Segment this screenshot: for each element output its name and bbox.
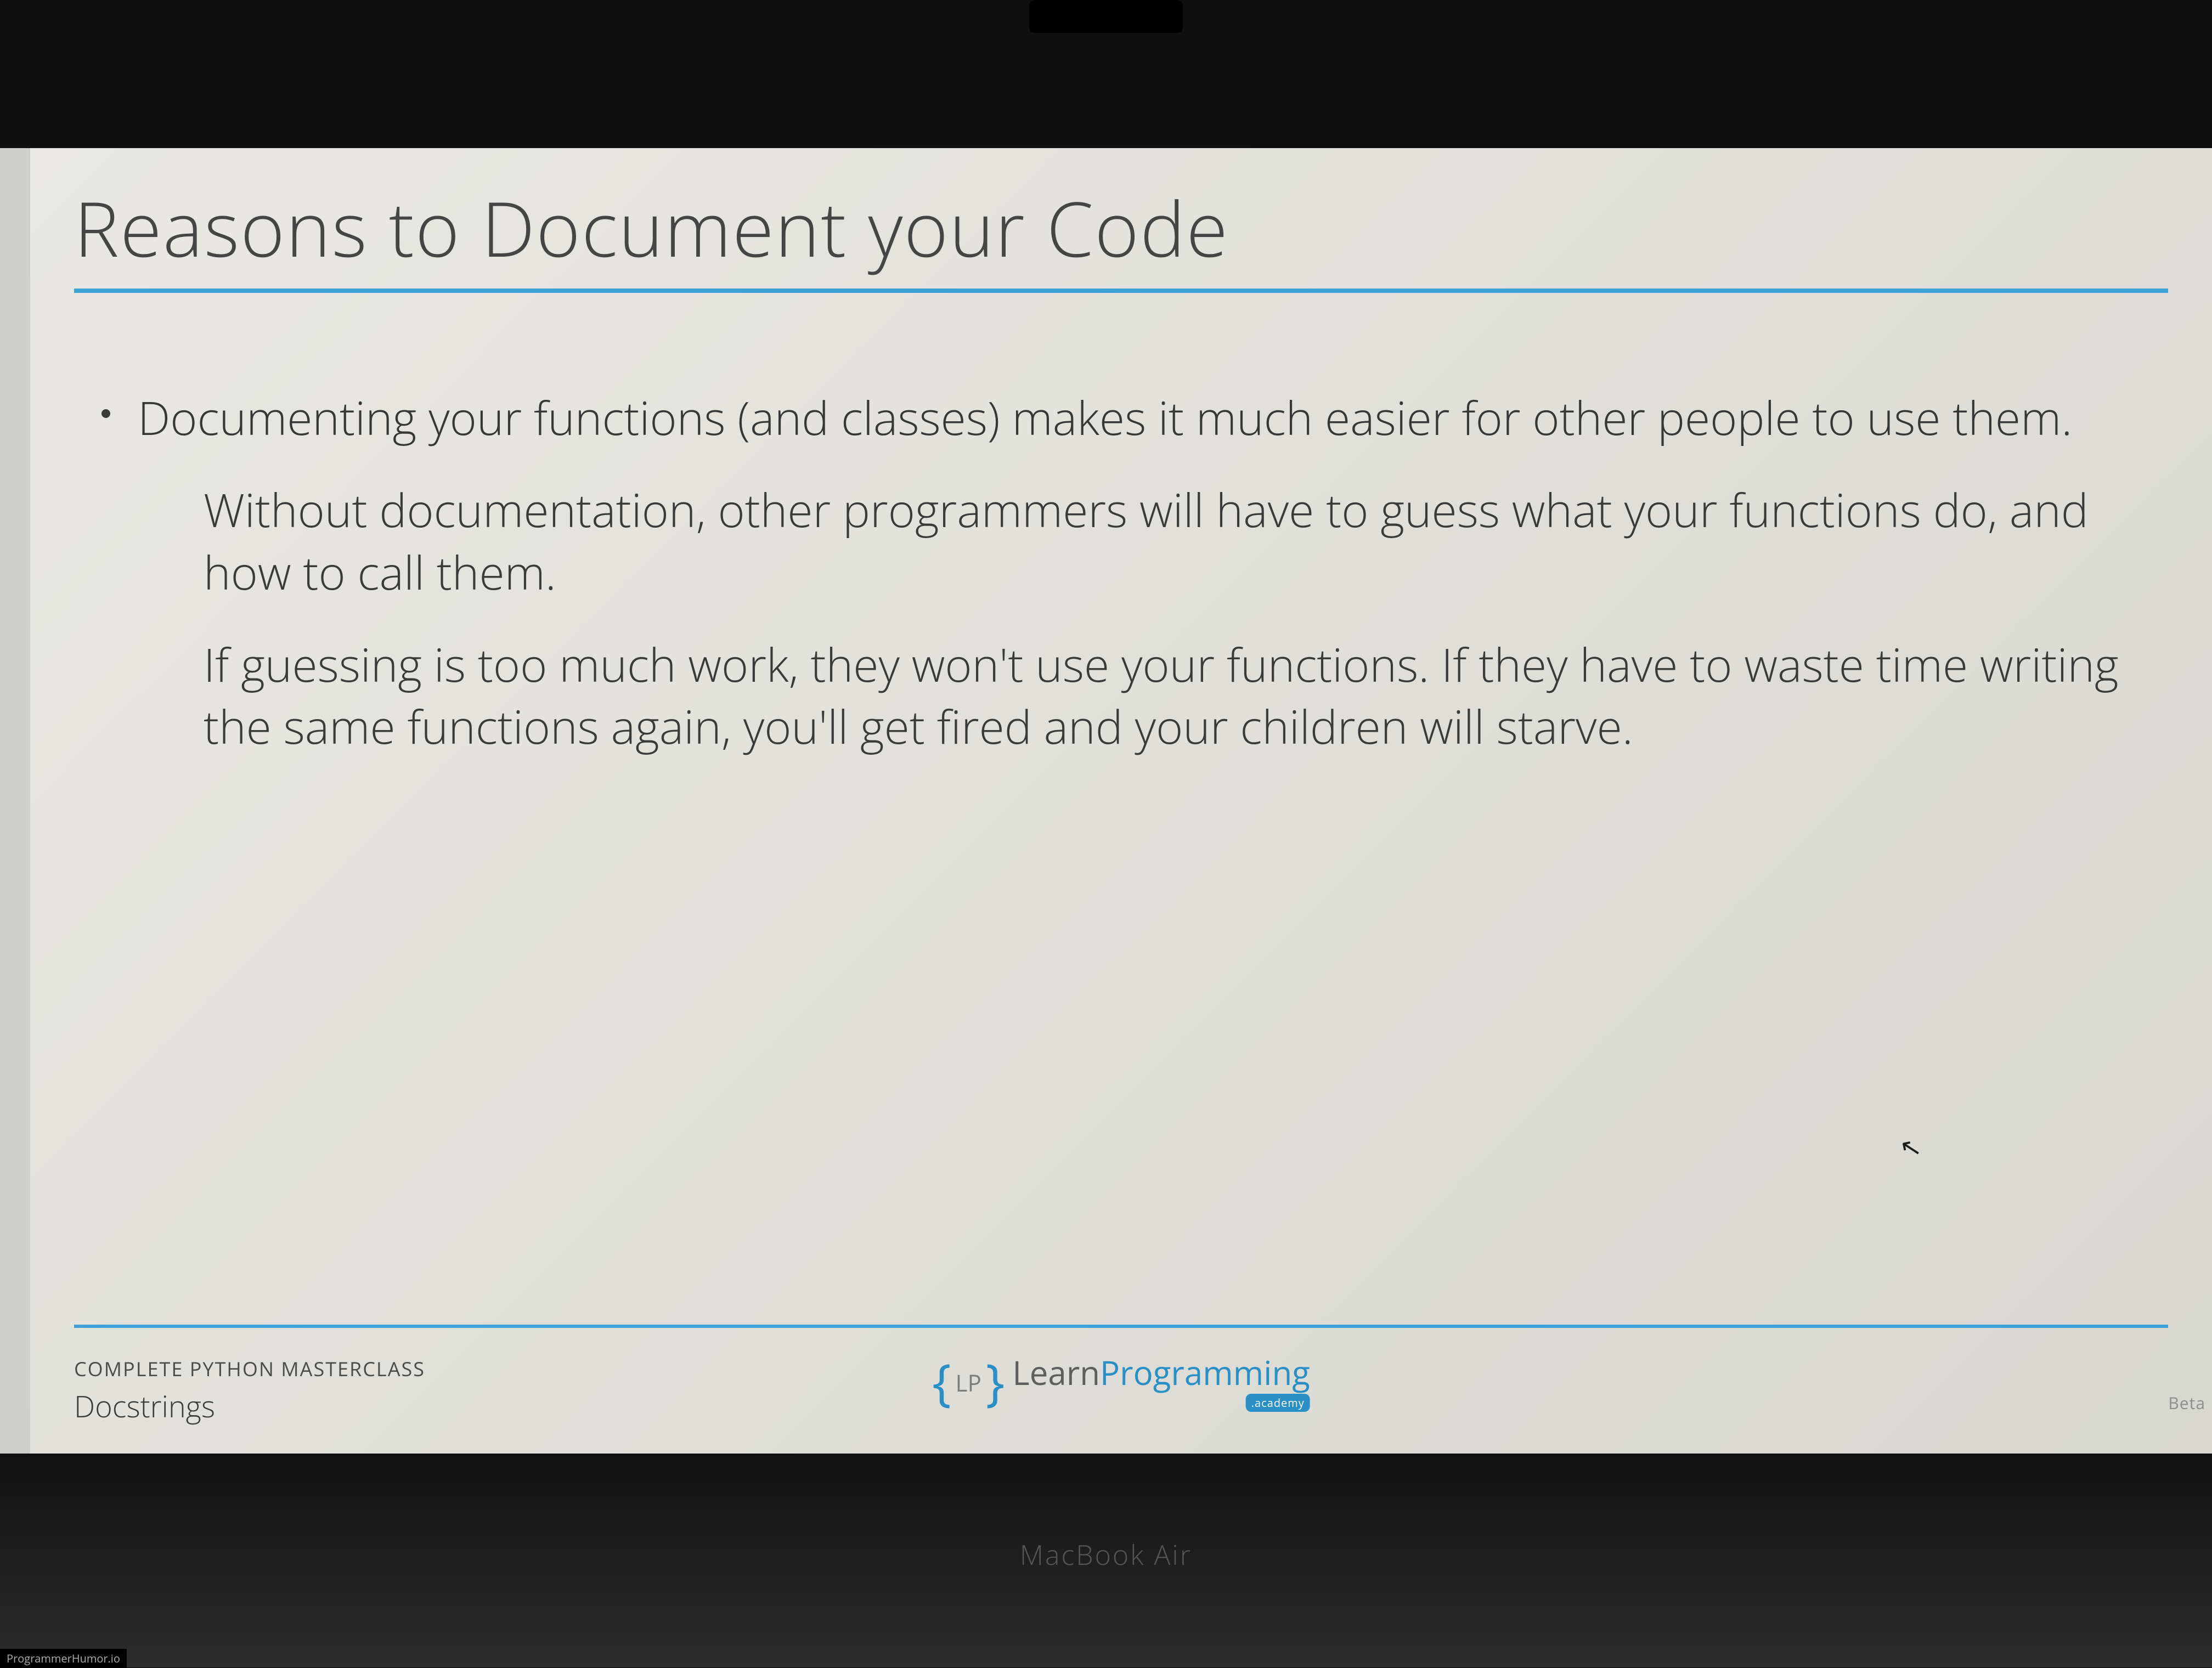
bullet-sub-2: If guessing is too much work, they won't…	[138, 633, 2168, 757]
logo-academy-badge: .academy	[1246, 1394, 1310, 1412]
footer-course-block: COMPLETE PYTHON MASTERCLASS Docstrings	[74, 1355, 425, 1426]
bullet-dot-icon	[101, 409, 110, 418]
logo-lp-text: LP	[956, 1367, 981, 1399]
camera-notch	[1029, 0, 1183, 33]
logo-wordmark: LearnProgramming .academy	[1012, 1350, 1310, 1412]
presentation-slide: Reasons to Document your Code Documentin…	[30, 148, 2212, 1454]
bullet-sub-1: Without documentation, other programmers…	[138, 478, 2168, 603]
brace-left-icon: {	[932, 1347, 951, 1415]
logo-line1: LearnProgramming	[1012, 1350, 1310, 1395]
laptop-model-label: MacBook Air	[1020, 1536, 1192, 1573]
bullet-text-main: Documenting your functions (and classes)…	[138, 386, 2168, 448]
bullet-item: Documenting your functions (and classes)…	[74, 386, 2168, 788]
mouse-cursor-icon: ↖	[1897, 1128, 1925, 1166]
logo-learn: Learn	[1012, 1350, 1100, 1395]
brace-right-icon: }	[986, 1347, 1005, 1415]
laptop-bezel-bottom: MacBook Air	[0, 1454, 2212, 1667]
beta-label: Beta	[2168, 1392, 2205, 1414]
lesson-name: Docstrings	[74, 1386, 425, 1426]
brand-logo: { LP } LearnProgramming .academy	[932, 1347, 1310, 1415]
bullet-content: Documenting your functions (and classes)…	[138, 386, 2168, 788]
course-name: COMPLETE PYTHON MASTERCLASS	[74, 1355, 425, 1382]
laptop-bezel-top	[0, 0, 2212, 148]
footer-divider	[74, 1325, 2168, 1328]
watermark: ProgrammerHumor.io	[0, 1649, 127, 1668]
logo-programming: Programming	[1100, 1350, 1310, 1395]
screen: Reasons to Document your Code Documentin…	[0, 148, 2212, 1454]
slide-title: Reasons to Document your Code	[74, 186, 2168, 283]
title-underline	[74, 289, 2168, 293]
